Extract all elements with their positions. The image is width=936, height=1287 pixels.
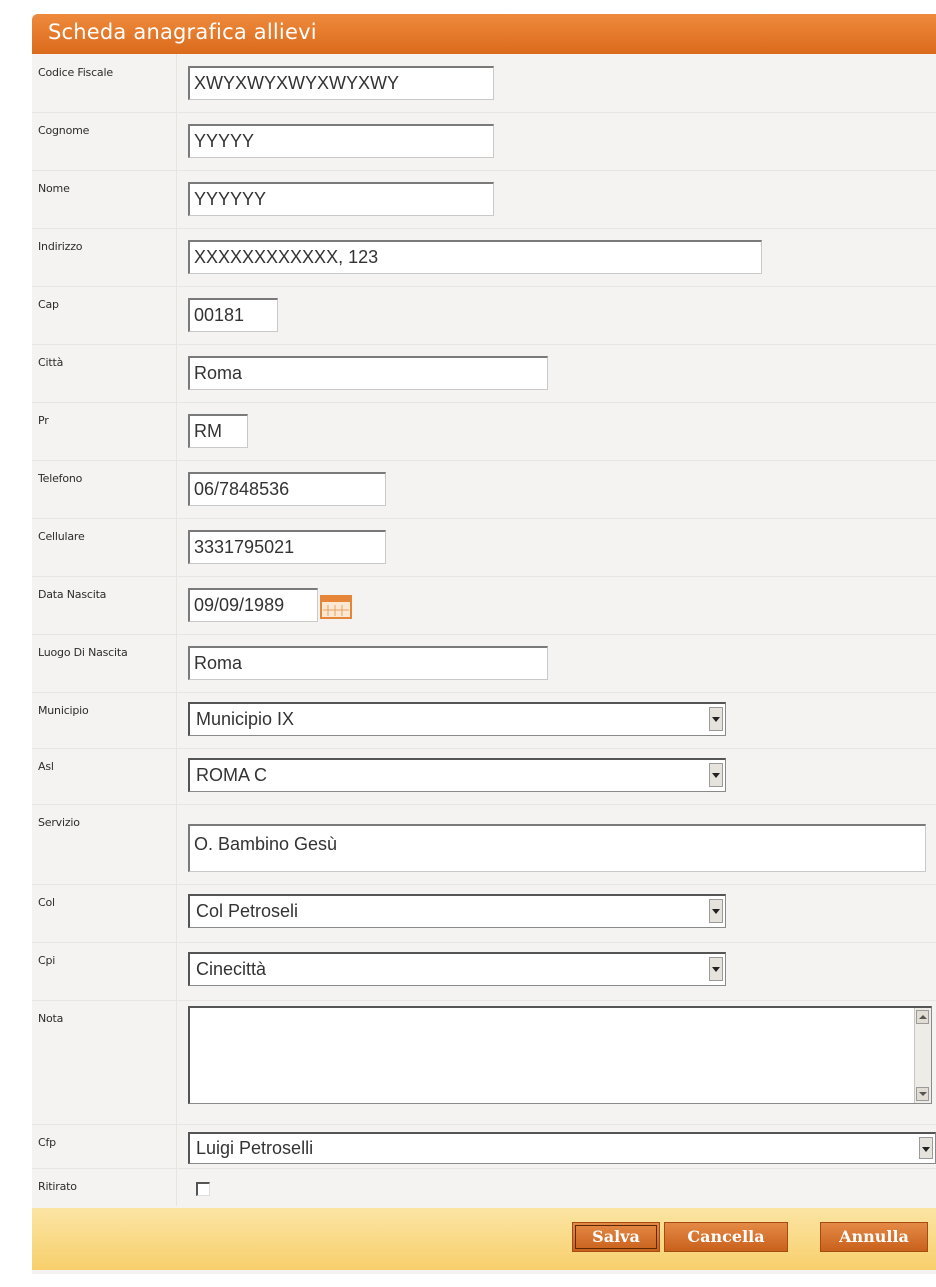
cfp-select-value: Luigi Petroselli (196, 1138, 314, 1158)
provincia-input[interactable]: RM (188, 414, 248, 448)
ritirato-label: Ritirato (38, 1180, 77, 1193)
calendar-icon[interactable] (320, 593, 352, 619)
chevron-down-icon[interactable] (919, 1137, 933, 1159)
chevron-down-icon[interactable] (709, 957, 723, 981)
row-ritirato: Ritirato (32, 1168, 936, 1206)
row-municipio: Municipio Municipio IX (32, 692, 936, 749)
row-cognome: Cognome YYYYY (32, 112, 936, 171)
servizio-label: Servizio (38, 816, 80, 829)
delete-button[interactable]: Cancella (664, 1222, 788, 1252)
cpi-label: Cpi (38, 954, 56, 967)
telefono-input[interactable]: 06/7848536 (188, 472, 386, 506)
cellulare-label: Cellulare (38, 530, 85, 543)
row-servizio: Servizio O. Bambino Gesù (32, 804, 936, 885)
cfp-select[interactable]: Luigi Petroselli (188, 1132, 936, 1164)
form-title: Scheda anagrafica allievi (48, 20, 317, 44)
col-select-value: Col Petroseli (196, 901, 299, 921)
row-asl: Asl ROMA C (32, 748, 936, 805)
cancel-button[interactable]: Annulla (820, 1222, 928, 1252)
municipio-label: Municipio (38, 704, 89, 717)
ritirato-checkbox[interactable] (196, 1182, 210, 1196)
student-form: Scheda anagrafica allievi Codice Fiscale… (32, 14, 936, 1274)
nome-input[interactable]: YYYYYY (188, 182, 494, 216)
luogo-nascita-label: Luogo Di Nascita (38, 646, 128, 659)
cfp-label: Cfp (38, 1136, 56, 1149)
nome-label: Nome (38, 182, 70, 195)
action-bar: Salva Cancella Annulla (32, 1208, 936, 1270)
row-telefono: Telefono 06/7848536 (32, 460, 936, 519)
indirizzo-label: Indirizzo (38, 240, 83, 253)
nota-label: Nota (38, 1012, 64, 1025)
scroll-up-icon[interactable] (916, 1010, 929, 1024)
chevron-down-icon[interactable] (709, 763, 723, 787)
codice-fiscale-input[interactable]: XWYXWYXWYXWYXWY (188, 66, 494, 100)
row-nota: Nota (32, 1000, 936, 1125)
cpi-select-value: Cinecittà (196, 959, 267, 979)
servizio-input[interactable]: O. Bambino Gesù (188, 824, 926, 872)
citta-input[interactable]: Roma (188, 356, 548, 390)
municipio-select[interactable]: Municipio IX (188, 702, 726, 736)
asl-label: Asl (38, 760, 54, 773)
cognome-label: Cognome (38, 124, 90, 137)
row-luogo-nascita: Luogo Di Nascita Roma (32, 634, 936, 693)
data-nascita-label: Data Nascita (38, 588, 107, 601)
row-codice-fiscale: Codice Fiscale XWYXWYXWYXWYXWY (32, 54, 936, 113)
row-indirizzo: Indirizzo XXXXXXXXXXXX, 123 (32, 228, 936, 287)
col-label: Col (38, 896, 55, 909)
row-cpi: Cpi Cinecittà (32, 942, 936, 1001)
row-col: Col Col Petroseli (32, 884, 936, 943)
scroll-down-icon[interactable] (916, 1087, 929, 1101)
data-nascita-input[interactable]: 09/09/1989 (188, 588, 318, 622)
row-cfp: Cfp Luigi Petroselli (32, 1124, 936, 1169)
asl-select-value: ROMA C (196, 765, 268, 785)
cap-label: Cap (38, 298, 59, 311)
row-cap: Cap 00181 (32, 286, 936, 345)
citta-label: Città (38, 356, 64, 369)
cpi-select[interactable]: Cinecittà (188, 952, 726, 986)
row-data-nascita: Data Nascita 09/09/1989 (32, 576, 936, 635)
row-cellulare: Cellulare 3331795021 (32, 518, 936, 577)
chevron-down-icon[interactable] (709, 899, 723, 923)
provincia-label: Pr (38, 414, 49, 427)
cap-input[interactable]: 00181 (188, 298, 278, 332)
row-nome: Nome YYYYYY (32, 170, 936, 229)
municipio-select-value: Municipio IX (196, 709, 295, 729)
asl-select[interactable]: ROMA C (188, 758, 726, 792)
form-title-bar: Scheda anagrafica allievi (32, 14, 936, 54)
col-select[interactable]: Col Petroseli (188, 894, 726, 928)
save-button[interactable]: Salva (572, 1222, 660, 1252)
nota-textarea[interactable] (188, 1006, 932, 1104)
indirizzo-input[interactable]: XXXXXXXXXXXX, 123 (188, 240, 762, 274)
row-citta: Città Roma (32, 344, 936, 403)
cognome-input[interactable]: YYYYY (188, 124, 494, 158)
nota-scrollbar[interactable] (914, 1008, 931, 1103)
luogo-nascita-input[interactable]: Roma (188, 646, 548, 680)
row-provincia: Pr RM (32, 402, 936, 461)
codice-fiscale-label: Codice Fiscale (38, 66, 113, 79)
telefono-label: Telefono (38, 472, 83, 485)
chevron-down-icon[interactable] (709, 707, 723, 731)
cellulare-input[interactable]: 3331795021 (188, 530, 386, 564)
